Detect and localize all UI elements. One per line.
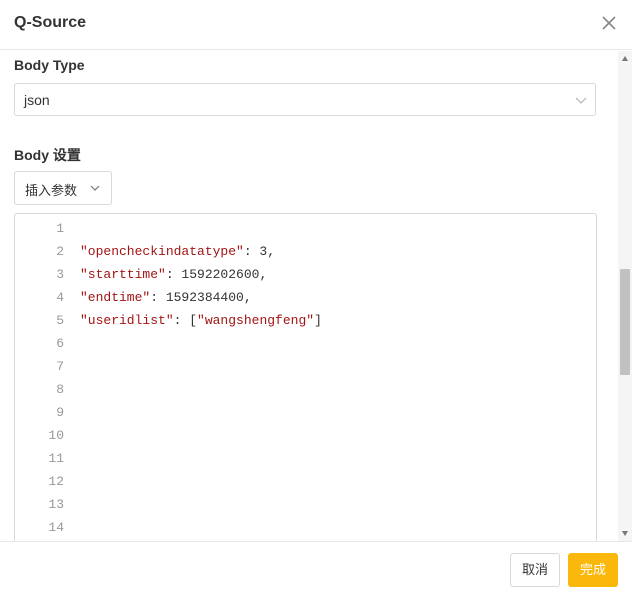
line-number: 10 — [48, 428, 64, 443]
dialog-title: Q-Source — [14, 14, 87, 31]
code-line: 14 — [15, 518, 595, 541]
line-number: 6 — [56, 336, 64, 351]
close-icon[interactable] — [600, 14, 618, 32]
code-line: 12 — [15, 472, 595, 495]
insert-parameter-button[interactable]: 插入参数 — [14, 171, 112, 205]
code-line: 9 — [15, 403, 595, 426]
chevron-down-icon — [575, 97, 587, 104]
code-text: "starttime": 1592202600, — [80, 267, 267, 282]
json-value: : 1592384400, — [150, 290, 252, 305]
code-line: 8 — [15, 380, 595, 403]
body-type-label: Body Type — [14, 57, 85, 73]
code-text: "opencheckindatatype": 3, — [80, 244, 275, 259]
code-line: 5 "useridlist": ["wangshengfeng"] — [15, 311, 595, 334]
line-number: 9 — [56, 405, 64, 420]
code-editor[interactable]: 1 2 "opencheckindatatype": 3, 3 "starttime":… — [14, 213, 597, 541]
code-line: 6 — [15, 334, 595, 357]
code-text: "useridlist": ["wangshengfeng"] — [80, 313, 322, 328]
body-type-value: json — [24, 92, 50, 108]
code-line: 4 "endtime": 1592384400, — [15, 288, 595, 311]
line-number: 8 — [56, 382, 64, 397]
confirm-button[interactable]: 完成 — [568, 553, 618, 587]
json-value: : 1592202600, — [165, 267, 268, 282]
dialog-header: Q-Source — [0, 0, 632, 50]
line-number: 1 — [56, 221, 64, 236]
line-number: 5 — [56, 313, 64, 328]
dialog-content: Body Type json Body 设置 插入参数 1 2 "opencheck… — [0, 51, 618, 541]
json-string: "wangshengfeng" — [197, 313, 315, 328]
line-number: 14 — [48, 520, 64, 535]
scroll-down-arrow-icon[interactable] — [622, 531, 628, 536]
line-number: 12 — [48, 474, 64, 489]
json-key: "starttime" — [80, 267, 166, 282]
scrollbar-thumb[interactable] — [620, 269, 630, 375]
line-number: 2 — [56, 244, 64, 259]
line-number: 11 — [48, 451, 64, 466]
line-number: 7 — [56, 359, 64, 374]
json-punct: ] — [314, 313, 322, 328]
json-key: "opencheckindatatype" — [80, 244, 244, 259]
json-value: : [ — [173, 313, 198, 328]
cancel-button[interactable]: 取消 — [510, 553, 560, 587]
json-key: "useridlist" — [80, 313, 174, 328]
code-line: 13 — [15, 495, 595, 518]
code-line: 2 "opencheckindatatype": 3, — [15, 242, 595, 265]
body-type-select[interactable]: json — [14, 83, 596, 116]
line-number: 4 — [56, 290, 64, 305]
scroll-up-arrow-icon[interactable] — [622, 56, 628, 61]
scrollbar[interactable] — [618, 51, 632, 541]
code-line: 1 — [15, 219, 595, 242]
dialog-footer: 取消 完成 — [0, 541, 632, 596]
code-line: 3 "starttime": 1592202600, — [15, 265, 595, 288]
line-number: 13 — [48, 497, 64, 512]
chevron-down-icon — [90, 185, 100, 191]
code-line: 7 — [15, 357, 595, 380]
line-number: 3 — [56, 267, 64, 282]
insert-parameter-label: 插入参数 — [25, 183, 78, 198]
json-value: : 3, — [243, 244, 276, 259]
code-line: 10 — [15, 426, 595, 449]
code-text: "endtime": 1592384400, — [80, 290, 252, 305]
json-key: "endtime" — [80, 290, 151, 305]
body-settings-label: Body 设置 — [14, 147, 81, 163]
code-line: 11 — [15, 449, 595, 472]
